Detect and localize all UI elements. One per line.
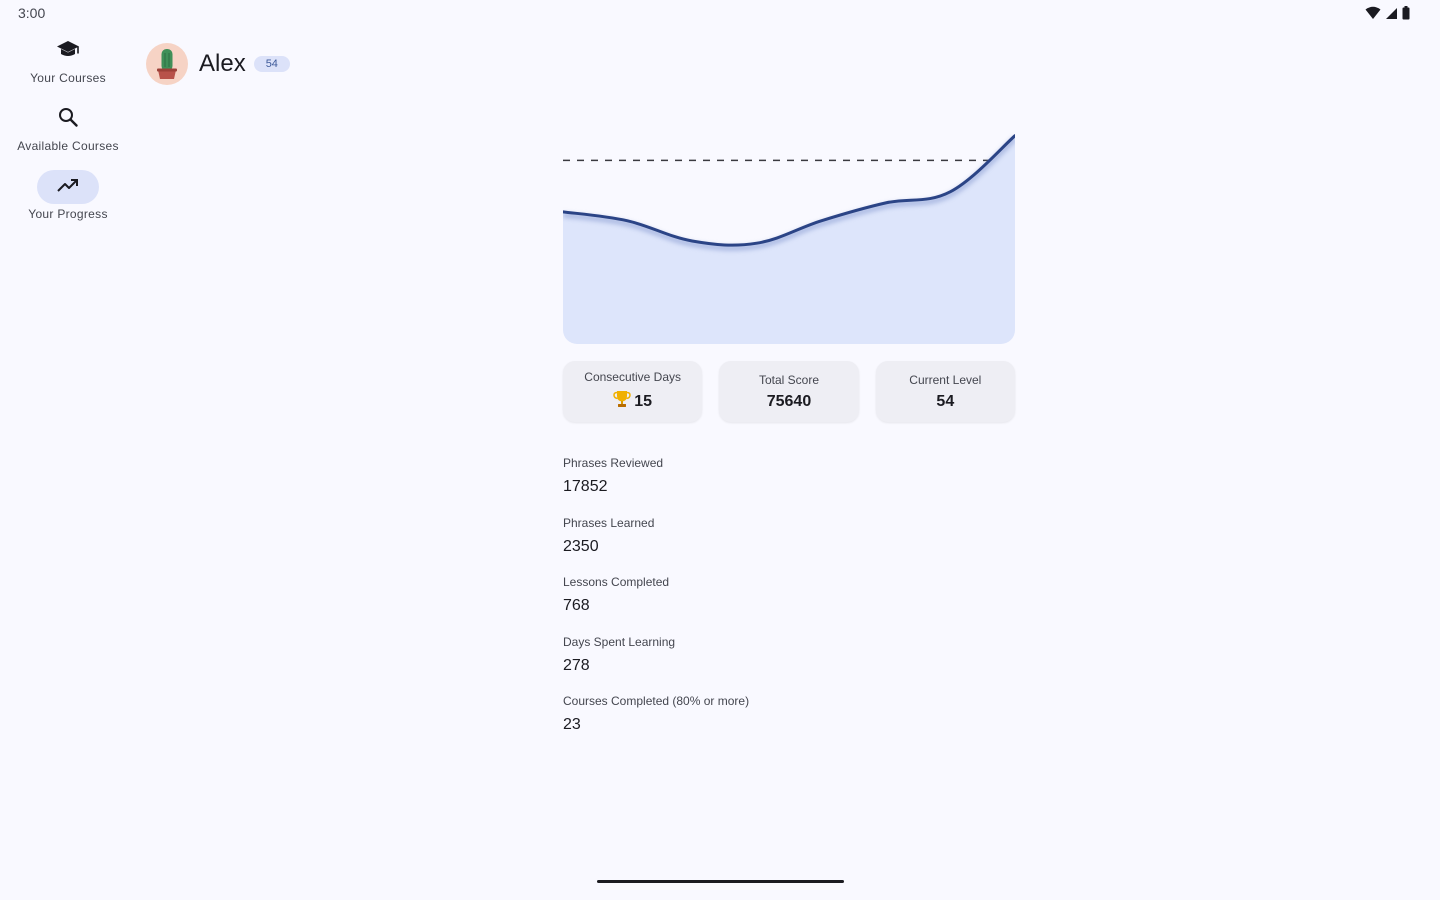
stat-title: Total Score [758,372,819,387]
metric-label: Phrases Learned [563,515,655,530]
metric-value: 23 [563,716,581,734]
metric-label: Courses Completed (80% or more) [563,694,750,709]
metric-days-spent-learning: Days Spent Learning 278 [563,635,1015,695]
profile-header: Alex 54 [146,42,290,86]
metric-phrases-learned: Phrases Learned 2350 [563,516,1015,576]
nav-item-available-courses[interactable]: Available Courses [0,100,136,168]
stat-value: 54 [936,392,955,410]
home-indicator[interactable] [597,880,844,883]
metric-value: 278 [563,656,590,674]
user-name: Alex [199,50,246,77]
stat-value: 75640 [766,392,812,410]
status-bar: 3:00 [0,0,1440,28]
cell-signal-icon [1385,7,1398,20]
nav-label: Available Courses [17,139,119,153]
stat-card-current-level: Current Level 54 [875,361,1015,422]
nav-item-your-progress[interactable]: Your Progress [0,168,136,236]
stat-value: 15 [634,392,653,410]
status-icons [1365,6,1410,20]
metric-value: 768 [563,597,590,615]
stat-title: Consecutive Days [584,370,682,384]
metric-label: Days Spent Learning [563,634,676,649]
navigation-rail: Your Courses Available Courses Your Prog… [0,32,136,236]
status-time: 3:00 [18,5,46,21]
school-icon [55,38,81,65]
nav-label: Your Progress [28,207,108,221]
nav-pill [37,102,99,136]
trending-up-icon [56,177,80,198]
metrics-list: Phrases Reviewed 17852 Phrases Learned 2… [563,456,1015,754]
stat-title: Current Level [909,372,982,387]
stat-value-row: 15 [613,390,652,413]
metric-value: 2350 [563,537,599,555]
stat-card-total-score: Total Score 75640 [719,361,859,422]
nav-item-your-courses[interactable]: Your Courses [0,32,136,100]
metric-courses-completed: Courses Completed (80% or more) 23 [563,694,1015,754]
search-icon [57,106,79,133]
wifi-icon [1365,6,1381,20]
metric-phrases-reviewed: Phrases Reviewed 17852 [563,456,1015,516]
metric-lessons-completed: Lessons Completed 768 [563,575,1015,635]
nav-pill-active [37,170,99,204]
chart-area-fill [563,135,1015,344]
metric-label: Phrases Reviewed [563,456,664,470]
metric-value: 17852 [563,478,608,495]
nav-label: Your Courses [30,71,106,85]
battery-icon [1402,6,1410,20]
stat-cards: Consecutive Days 15 Total Score 75640 Cu… [563,361,1015,422]
progress-chart-svg [563,134,1015,344]
trophy-icon [613,390,632,413]
avatar[interactable] [146,43,188,85]
metric-label: Lessons Completed [563,575,670,590]
nav-pill [37,34,99,68]
cactus-avatar-icon [146,43,188,85]
progress-chart [563,120,1015,344]
stat-card-consecutive-days: Consecutive Days 15 [563,361,703,422]
level-badge: 54 [253,56,290,72]
